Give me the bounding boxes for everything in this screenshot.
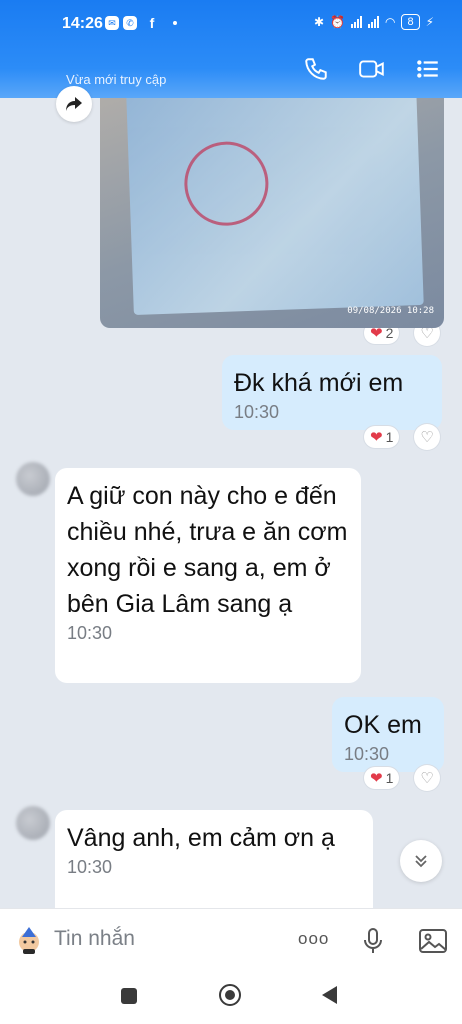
reaction-count: 1 [385,770,394,786]
message-composer: Tin nhắn ooo [0,908,462,973]
message-time: 10:30 [344,744,390,764]
wifi-icon: ◠ [384,15,396,29]
message-bubble-incoming[interactable]: Vâng anh, em cảm ơn ạ 10:30 [55,810,373,920]
bluetooth-icon: ✱ [313,15,324,29]
facebook-icon: f [149,15,155,31]
more-options-icon[interactable]: ooo [298,929,329,949]
message-bubble-outgoing[interactable]: OK em 10:30 [332,697,444,772]
back-icon[interactable] [322,986,337,1004]
list-menu-icon[interactable] [415,56,443,82]
reaction-summary[interactable]: ❤ 1 [364,767,400,789]
microphone-icon[interactable] [362,927,384,960]
red-stamp [182,140,270,228]
chat-header: 14:26 ✉ ✆ f ✱ ⏰ ◠ 8 ⚡ Vừa mới truy cập [0,0,462,98]
recent-apps-icon[interactable] [121,988,137,1004]
share-icon[interactable] [56,86,92,122]
message-bubble-incoming[interactable]: A giữ con này cho e đến chiều nhé, trưa … [55,468,361,683]
battery-icon: 8 [401,14,420,30]
phone-icon[interactable] [303,56,331,82]
signal-icon [350,16,362,28]
heart-icon: ❤ [370,769,383,787]
status-bar: 14:26 ✉ ✆ f ✱ ⏰ ◠ 8 ⚡ [0,0,462,40]
charging-icon: ⚡ [425,15,434,29]
message-text: A giữ con này cho e đến chiều nhé, trưa … [67,482,348,618]
double-chevron-down-icon[interactable] [400,840,442,882]
message-text: Đk khá mới em [234,369,404,397]
message-bubble-outgoing[interactable]: Đk khá mới em 10:30 [222,355,442,430]
message-time: 10:30 [67,857,113,877]
sticker-icon[interactable] [14,925,44,955]
image-icon[interactable] [418,927,448,960]
system-navigation-bar [0,972,462,1024]
alarm-icon: ⏰ [330,15,345,29]
message-text: OK em [344,711,422,739]
message-input[interactable]: Tin nhắn [54,927,135,951]
home-icon[interactable] [219,984,241,1006]
phone-app-icon: ✆ [123,16,137,30]
heart-outline-icon[interactable]: ♡ [414,424,440,450]
notification-icons: ✉ ✆ f [105,15,177,31]
message-time: 10:30 [67,623,113,643]
video-icon[interactable] [358,56,386,82]
message-text: Vâng anh, em cảm ơn ạ [67,824,335,852]
last-seen-status: Vừa mới truy cập [66,72,167,87]
dot-icon [173,21,177,25]
reaction-summary[interactable]: ❤ 1 [364,426,400,448]
status-time: 14:26 [62,15,103,32]
heart-icon: ❤ [370,428,383,446]
system-icons: ✱ ⏰ ◠ 8 ⚡ [314,14,434,30]
avatar[interactable] [16,806,50,840]
messenger-icon: ✉ [105,16,119,30]
reaction-count: 1 [385,429,394,445]
image-message[interactable]: 09/08/2026 10:28 [100,60,444,328]
document-photo [126,85,424,315]
photo-timestamp: 09/08/2026 10:28 [347,306,434,316]
avatar[interactable] [16,462,50,496]
message-time: 10:30 [234,402,280,422]
signal-2-icon [367,16,379,28]
heart-outline-icon[interactable]: ♡ [414,765,440,791]
